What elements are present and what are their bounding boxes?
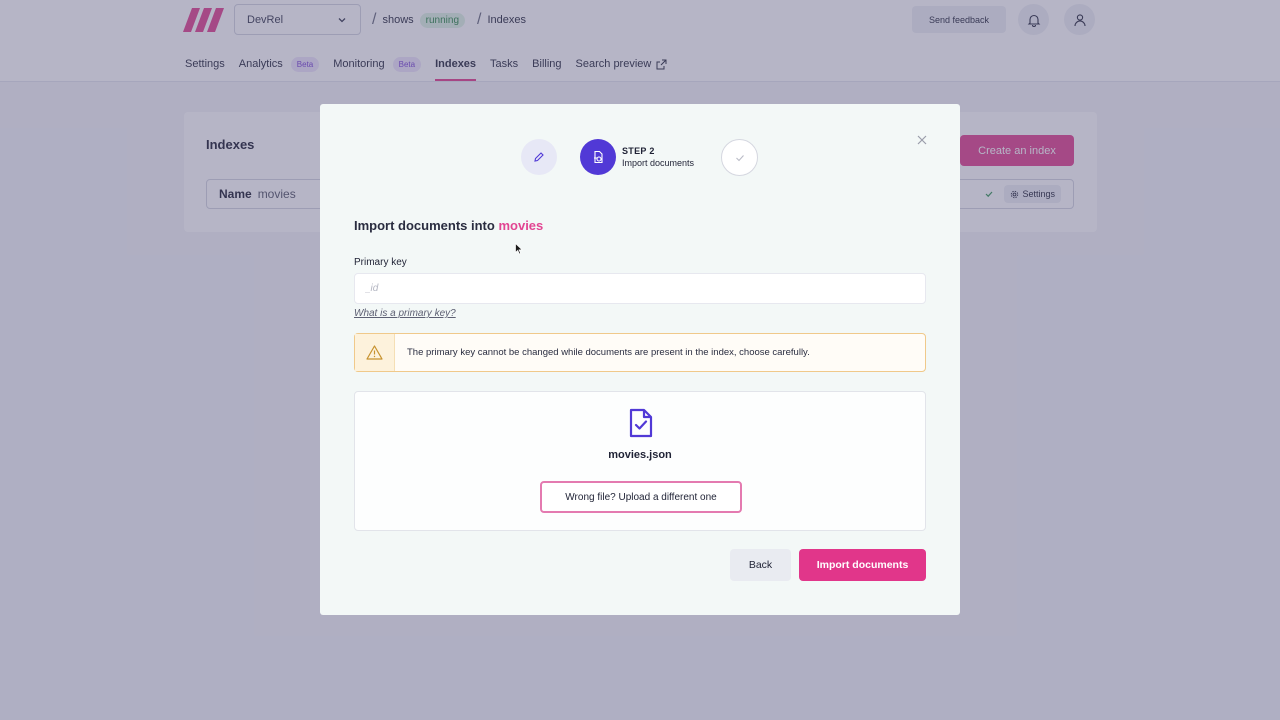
warning-banner: The primary key cannot be changed while … bbox=[354, 333, 926, 372]
warning-icon-box bbox=[355, 334, 395, 371]
step-title: Import documents bbox=[622, 158, 695, 168]
primary-key-input[interactable] bbox=[354, 273, 926, 304]
step-label: STEP 2 Import documents bbox=[622, 146, 694, 168]
document-upload-icon bbox=[594, 150, 603, 164]
pencil-icon bbox=[534, 152, 544, 162]
warning-text: The primary key cannot be changed while … bbox=[407, 347, 810, 358]
primary-key-help-link[interactable]: What is a primary key? bbox=[354, 308, 456, 319]
step-2-indicator bbox=[580, 139, 616, 175]
warning-icon bbox=[366, 345, 383, 360]
step-1-indicator bbox=[521, 139, 557, 175]
mouse-cursor-icon bbox=[515, 243, 523, 255]
uploaded-file-name: movies.json bbox=[608, 449, 672, 461]
file-check-icon bbox=[629, 408, 653, 438]
back-button[interactable]: Back bbox=[730, 549, 791, 581]
modal-title-index: movies bbox=[498, 218, 544, 233]
import-documents-modal: STEP 2 Import documents Import documents… bbox=[320, 104, 960, 615]
import-documents-button[interactable]: Import documents bbox=[799, 549, 926, 581]
modal-title-prefix: Import documents into bbox=[354, 218, 495, 233]
step-number: STEP 2 bbox=[622, 146, 655, 156]
upload-different-file-button[interactable]: Wrong file? Upload a different one bbox=[540, 481, 742, 513]
modal-title: Import documents into movies bbox=[354, 218, 543, 233]
close-icon[interactable] bbox=[916, 134, 928, 146]
step-3-indicator bbox=[721, 139, 758, 176]
file-upload-area[interactable]: movies.json Wrong file? Upload a differe… bbox=[354, 391, 926, 531]
check-icon bbox=[735, 154, 744, 161]
primary-key-label: Primary key bbox=[354, 257, 407, 268]
